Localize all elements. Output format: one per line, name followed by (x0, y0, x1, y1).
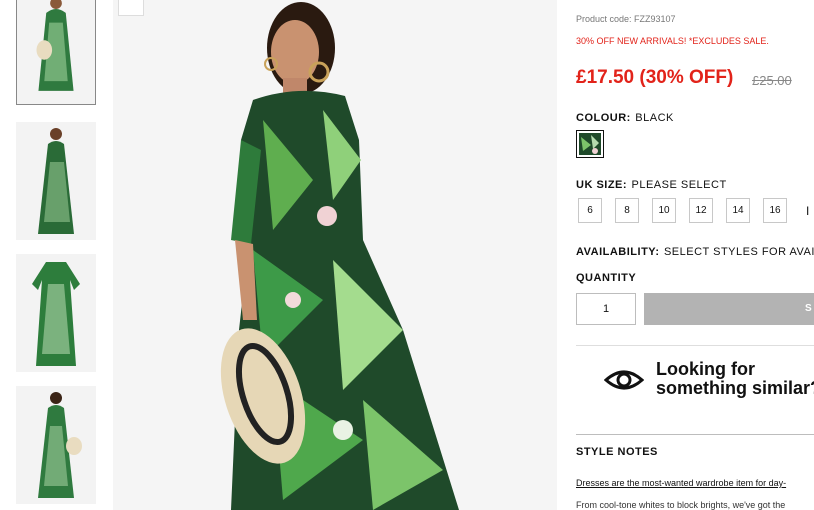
size-option-8[interactable]: 8 (615, 198, 639, 223)
promo-banner: 30% OFF NEW ARRIVALS! *EXCLUDES SALE. (576, 36, 769, 46)
main-product-image[interactable] (113, 0, 557, 510)
availability-label: AVAILABILITY: (576, 246, 660, 258)
model-thumbnail-image (17, 0, 95, 104)
add-to-bag-button[interactable]: S (644, 293, 814, 325)
find-similar-link[interactable]: Looking for something similar? (656, 360, 814, 398)
quantity-label: QUANTITY (576, 272, 637, 284)
current-price: £17.50 (30% OFF) (576, 67, 734, 88)
colour-selector-label: COLOUR: BLACK (576, 108, 674, 126)
similar-line-1: Looking for (656, 359, 755, 379)
thumbnail-flat[interactable] (16, 254, 96, 372)
colour-value: BLACK (635, 112, 674, 124)
colour-label: COLOUR: (576, 112, 631, 124)
thumbnail-side[interactable] (16, 122, 96, 240)
divider (576, 434, 814, 435)
model-photo (113, 0, 557, 510)
size-selector-label: UK SIZE: PLEASE SELECT (576, 175, 727, 193)
availability: AVAILABILITY: SELECT STYLES FOR AVAILA (576, 242, 814, 260)
quantity-input[interactable]: 1 (576, 293, 636, 325)
size-option-10[interactable]: 10 (652, 198, 676, 223)
original-price: £25.00 (752, 73, 792, 88)
size-guide-link[interactable]: I (806, 204, 809, 218)
thumbnail-front[interactable] (16, 0, 96, 105)
size-option-16[interactable]: 16 (763, 198, 787, 223)
dress-thumbnail-image (16, 254, 96, 372)
eye-icon (604, 370, 644, 390)
size-option-14[interactable]: 14 (726, 198, 750, 223)
colour-swatch-black[interactable] (576, 130, 604, 158)
zoom-button[interactable] (118, 0, 144, 16)
size-label: UK SIZE: (576, 179, 628, 191)
divider (576, 345, 814, 346)
style-notes-heading[interactable]: STYLE NOTES (576, 446, 658, 458)
style-notes-link[interactable]: Dresses are the most-wanted wardrobe ite… (576, 478, 786, 488)
similar-line-2: something similar? (656, 378, 814, 398)
model-thumbnail-image (16, 122, 96, 240)
size-option-12[interactable]: 12 (689, 198, 713, 223)
size-option-6[interactable]: 6 (578, 198, 602, 223)
size-value: PLEASE SELECT (631, 179, 727, 191)
style-notes-text: From cool-tone whites to block brights, … (576, 500, 786, 510)
product-code: Product code: FZZ93107 (576, 14, 676, 24)
model-thumbnail-image (16, 386, 96, 504)
thumbnail-back[interactable] (16, 386, 96, 504)
swatch-print-image (579, 133, 601, 155)
availability-value: SELECT STYLES FOR AVAILA (663, 246, 814, 258)
